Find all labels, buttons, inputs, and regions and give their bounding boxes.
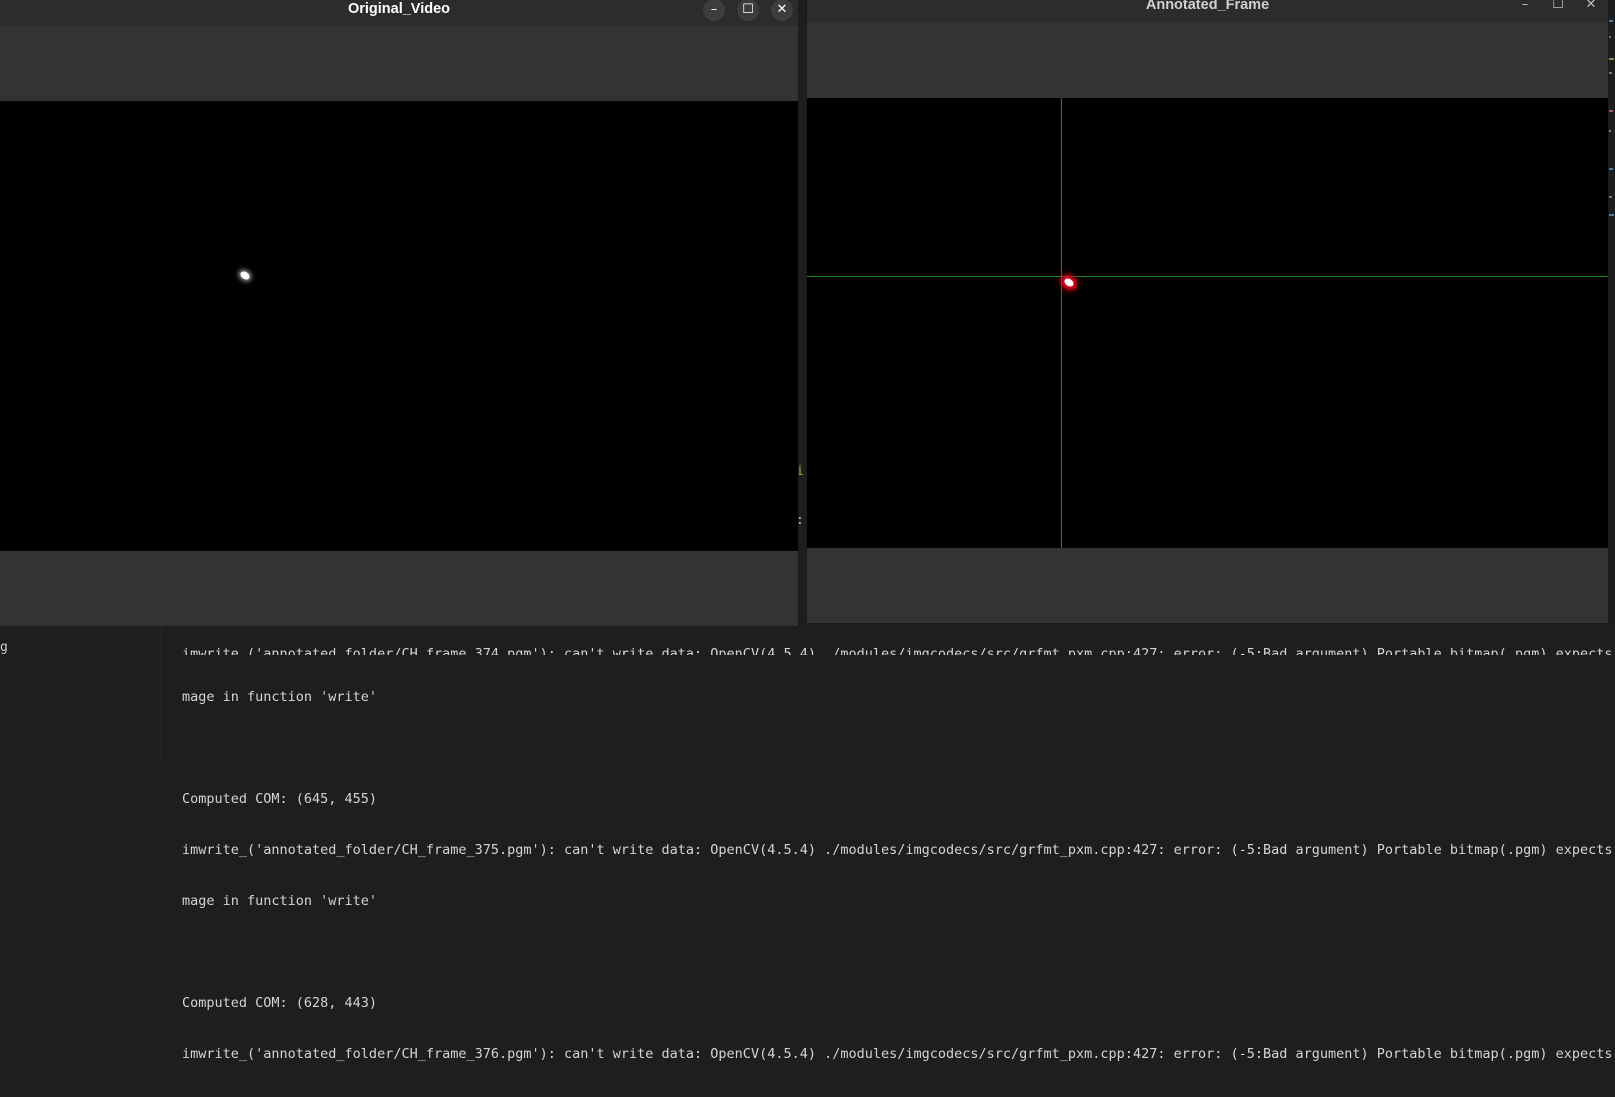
- terminal-line: mage in function 'write': [182, 689, 378, 705]
- terminal-sidebar-label: g: [0, 640, 8, 655]
- window-title: Annotated_Frame: [1145, 0, 1270, 13]
- window-title: Original_Video: [347, 1, 451, 17]
- original-video-titlebar[interactable]: Original_Video – ☐ ✕: [0, 0, 798, 26]
- annotated-frame-image: [807, 98, 1608, 548]
- crosshair-vertical-line: [1061, 98, 1062, 548]
- terminal-line: imwrite_('annotated_folder/CH_frame_376.…: [182, 1046, 1615, 1062]
- terminal-sidebar[interactable]: g: [0, 626, 162, 761]
- close-button[interactable]: ✕: [771, 0, 793, 21]
- annotated-frame-window[interactable]: Annotated_Frame – ☐ ✕: [807, 0, 1608, 623]
- original-video-statusbar: [0, 551, 798, 626]
- original-video-window[interactable]: Original_Video – ☐ ✕: [0, 0, 798, 626]
- annotated-frame-titlebar[interactable]: Annotated_Frame – ☐ ✕: [807, 0, 1608, 22]
- annotated-frame-toolbar: [807, 22, 1608, 98]
- minimize-button[interactable]: –: [703, 0, 725, 21]
- annotated-frame-statusbar: [807, 548, 1608, 623]
- annotated-spot: [1062, 276, 1076, 289]
- terminal-line: imwrite_('annotated_folder/CH_frame_374.…: [182, 646, 1615, 655]
- bright-spot: [238, 269, 252, 282]
- original-video-frame: [0, 101, 798, 551]
- terminal-line: imwrite_('annotated_folder/CH_frame_375.…: [182, 842, 1615, 858]
- terminal-line: Computed COM: (628, 443): [182, 995, 378, 1011]
- terminal-line: mage in function 'write': [182, 893, 378, 909]
- crosshair-horizontal-line: [807, 276, 1608, 277]
- terminal-output[interactable]: imwrite_('annotated_folder/CH_frame_374.…: [182, 620, 1615, 1097]
- terminal-line: Computed COM: (645, 455): [182, 791, 378, 807]
- original-video-toolbar: [0, 26, 798, 101]
- maximize-button[interactable]: ☐: [737, 0, 759, 21]
